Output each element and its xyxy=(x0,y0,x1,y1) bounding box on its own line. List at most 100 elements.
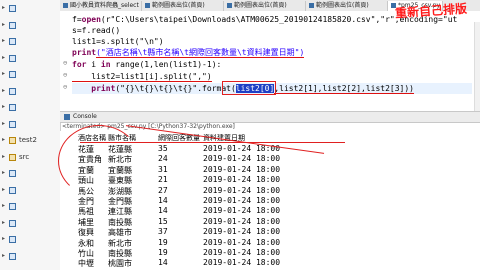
tree-item[interactable]: ▸ xyxy=(0,87,60,96)
python-file-icon xyxy=(227,3,232,8)
annotation-curve xyxy=(58,125,140,197)
console-cell: 復興 xyxy=(78,228,94,238)
expand-arrow-icon[interactable]: ▸ xyxy=(2,70,5,77)
editor-tab[interactable]: 範例圖表出位(首頁) xyxy=(306,1,388,11)
tree-item[interactable]: ▸ xyxy=(0,202,60,211)
console-row: 復興 高雄市 37 2019-01-24 18:00 xyxy=(78,227,478,238)
editor-tab[interactable]: 國小教員資料爬蟲_select xyxy=(60,1,142,11)
tree-item[interactable]: ▸ xyxy=(0,235,60,244)
console-cell: 14 xyxy=(158,206,168,216)
expand-arrow-icon[interactable]: ▸ xyxy=(2,21,5,28)
code-line[interactable]: print("酒店名稱\t縣市名稱\t網際回客數量\t資料建置日期") xyxy=(72,47,305,58)
console-cell: 連江縣 xyxy=(108,207,132,217)
python-file-icon xyxy=(9,219,16,227)
annotation-box xyxy=(222,81,276,95)
tree-item[interactable]: ▸ xyxy=(0,4,60,13)
python-file-icon xyxy=(9,87,16,95)
code-keyword: in xyxy=(100,60,111,69)
tree-item[interactable]: ▸ xyxy=(0,186,60,195)
code-text: s=f.read() xyxy=(72,26,121,35)
console-cell: 埔里 xyxy=(78,217,94,227)
fold-icon[interactable]: ⊖ xyxy=(63,71,70,79)
code-text: range(1,len(list1)-1): xyxy=(110,60,222,69)
python-file-icon xyxy=(9,104,16,111)
python-file-icon xyxy=(9,252,16,260)
editor-tab[interactable]: 範例圖表出位(首頁) xyxy=(224,1,306,11)
console-title[interactable]: Console xyxy=(73,112,97,122)
python-file-icon xyxy=(9,71,16,78)
package-explorer: ▸ ▸ ▸ ▸ ▸ ▸ ▸ ▸ ▸ test2 ▸ src ▸ ▸ ▸ ▸ ▸ ▸ xyxy=(0,0,61,270)
expand-arrow-icon[interactable]: ▸ xyxy=(2,169,5,176)
code-line[interactable]: list1=s.split("\n") xyxy=(72,36,164,47)
code-line[interactable]: for i in range(1,len(list1)-1): xyxy=(72,59,221,70)
python-file-icon xyxy=(9,236,16,243)
tree-item[interactable]: ▸ src xyxy=(0,153,60,162)
tree-item[interactable]: ▸ xyxy=(0,103,60,112)
fold-icon[interactable]: ⊖ xyxy=(63,59,70,67)
tree-item[interactable]: ▸ xyxy=(0,219,60,228)
expand-arrow-icon[interactable]: ▸ xyxy=(2,37,5,44)
console-cell: 2019-01-24 18:00 xyxy=(203,185,281,195)
console-cell: 2019-01-24 18:00 xyxy=(203,206,281,216)
console-cell: 24 xyxy=(158,154,168,164)
tree-item[interactable]: ▸ xyxy=(0,70,60,79)
console-cell: 19 xyxy=(158,248,168,257)
expand-arrow-icon[interactable]: ▸ xyxy=(2,136,5,143)
console-cell: 2019-01-24 18:00 xyxy=(203,237,281,247)
python-file-icon xyxy=(9,203,16,210)
expand-arrow-icon[interactable]: ▸ xyxy=(2,235,5,242)
console-cell: 馬祖 xyxy=(78,207,94,217)
expand-arrow-icon[interactable]: ▸ xyxy=(2,54,5,61)
tree-item[interactable]: ▸ xyxy=(0,54,60,63)
tree-item[interactable]: ▸ xyxy=(0,169,60,178)
tree-item[interactable]: ▸ xyxy=(0,21,60,30)
code-text: f= xyxy=(72,15,82,24)
console-cell: 15 xyxy=(158,216,168,226)
python-file-icon xyxy=(9,170,16,177)
console-cell: 南投縣 xyxy=(108,249,132,258)
python-file-icon xyxy=(9,54,16,62)
expand-arrow-icon[interactable]: ▸ xyxy=(2,87,5,94)
console-row: 馬公 澎湖縣 27 2019-01-24 18:00 xyxy=(78,186,478,197)
console-icon xyxy=(64,114,70,120)
expand-arrow-icon[interactable]: ▸ xyxy=(2,186,5,193)
console-row: 金門 金門縣 14 2019-01-24 18:00 xyxy=(78,196,478,207)
expand-arrow-icon[interactable]: ▸ xyxy=(2,219,5,226)
code-keyword: print xyxy=(72,48,97,57)
folder-icon xyxy=(9,153,16,161)
console-cell: 2019-01-24 18:00 xyxy=(203,196,281,205)
tree-item[interactable]: ▸ xyxy=(0,252,60,261)
code-editor[interactable]: f=open(r"C:\Users\taipei\Downloads\ATM00… xyxy=(60,2,480,122)
console-cell: 竹山 xyxy=(78,249,94,258)
code-text: ("酒店名稱\t縣市名稱\t網際回客數量\t資料建置日期") xyxy=(96,48,305,58)
expand-arrow-icon[interactable]: ▸ xyxy=(2,4,5,11)
python-file-icon xyxy=(9,120,16,128)
python-file-icon xyxy=(9,5,16,12)
expand-arrow-icon[interactable]: ▸ xyxy=(2,103,5,110)
console-cell: 高雄市 xyxy=(108,228,132,238)
code-line[interactable]: s=f.read() xyxy=(72,25,120,36)
expand-arrow-icon[interactable]: ▸ xyxy=(2,252,5,259)
console-cell: 21 xyxy=(158,175,168,185)
code-line[interactable]: list2=list1[i].split(",") xyxy=(72,71,212,82)
tree-item[interactable]: ▸ xyxy=(0,120,60,129)
editor-scrollbar[interactable] xyxy=(474,22,480,122)
console-cell: 金門縣 xyxy=(108,197,132,206)
console-cell: 2019-01-24 18:00 xyxy=(203,164,281,174)
python-file-icon xyxy=(9,38,16,45)
python-file-icon xyxy=(9,186,16,194)
expand-arrow-icon[interactable]: ▸ xyxy=(2,153,5,160)
editor-tab[interactable]: 範例圖表出位(首頁) xyxy=(142,1,224,11)
console-row: 中壢 桃園市 14 2019-01-24 18:00 xyxy=(78,258,478,269)
console-row: 頭山 臺東縣 21 2019-01-24 18:00 xyxy=(78,175,478,186)
console-cell: 金門 xyxy=(78,197,94,206)
expand-arrow-icon[interactable]: ▸ xyxy=(2,120,5,127)
expand-arrow-icon[interactable]: ▸ xyxy=(2,202,5,209)
tree-item[interactable]: ▸ test2 xyxy=(0,136,60,145)
console-cell: 31 xyxy=(158,164,168,174)
tree-item-label: src xyxy=(19,152,30,161)
tree-item[interactable]: ▸ xyxy=(0,37,60,46)
console-output[interactable]: 酒店名稱 縣市名稱 網際回客數量 資料建置日期 花蓮 花蓮縣 35 2019-01-24 18… xyxy=(58,125,480,270)
console-cell: 27 xyxy=(158,185,168,195)
fold-icon[interactable]: ⊖ xyxy=(63,83,70,91)
